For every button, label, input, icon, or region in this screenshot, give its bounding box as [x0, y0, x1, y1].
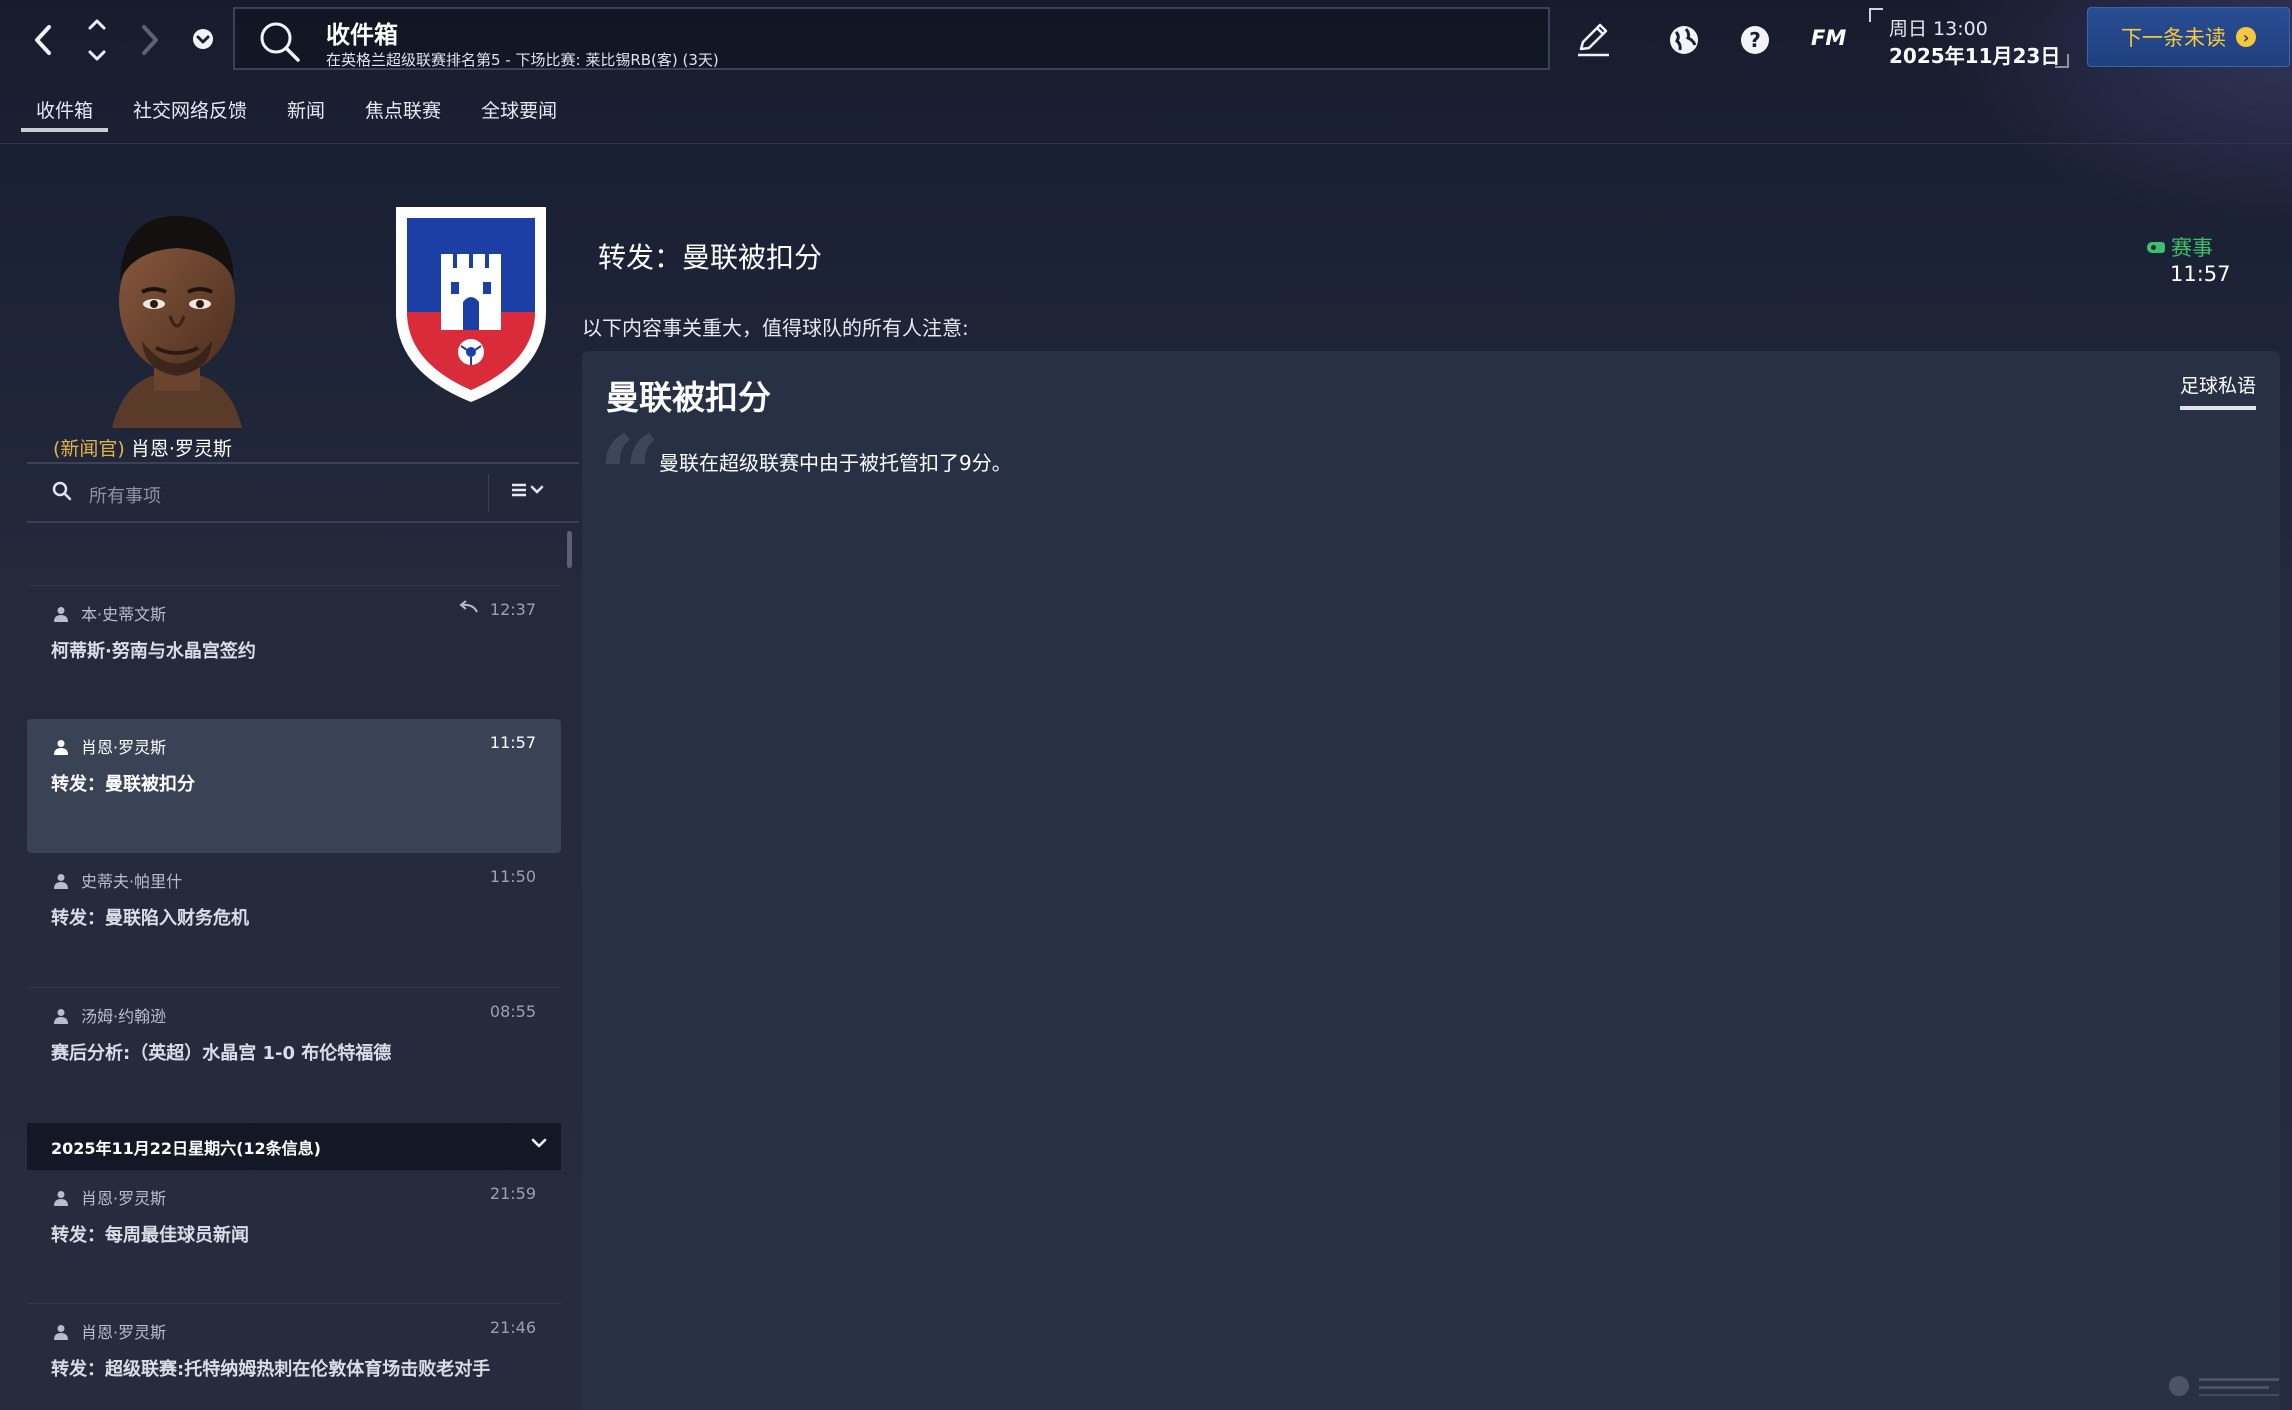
inbox-message[interactable]: 本·史蒂文斯 12:37 柯蒂斯·努南与水晶宫签约 [27, 585, 561, 719]
message-subject: 转发：每周最佳球员新闻 [51, 1225, 249, 1246]
news-card-body: 曼联在超级联赛中由于被托管扣了9分。 [659, 451, 1012, 475]
inbox-tabs: 收件箱 社交网络反馈 新闻 焦点联赛 全球要闻 [21, 92, 582, 136]
message-sender: 肖恩·罗灵斯 [81, 1323, 167, 1342]
person-icon [54, 1191, 68, 1206]
news-source-label: 足球私语 [2179, 375, 2256, 397]
history-dropdown-button[interactable] [191, 27, 215, 51]
arrow-right-circle-icon: › [2236, 27, 2256, 47]
inbox-message[interactable]: 肖恩·罗灵斯 21:46 转发：超级联赛:托特纳姆热刺在伦敦体育场击败老对手 [27, 1303, 561, 1410]
message-time: 21:59 [489, 1184, 536, 1203]
up-down-button[interactable] [84, 16, 110, 64]
sender-name[interactable]: 肖恩·罗灵斯 [131, 438, 232, 460]
person-icon [54, 607, 68, 622]
up-down-chevron-icon [88, 19, 106, 61]
tab-social-feedback[interactable]: 社交网络反馈 [118, 92, 262, 132]
tab-focus-leagues[interactable]: 焦点联赛 [350, 92, 456, 132]
date-display[interactable]: 周日 13:00 2025年11月23日 [1869, 8, 2069, 68]
day-group-label: 2025年11月22日星期六(12条信息) [51, 1138, 321, 1158]
corner-decoration [2055, 54, 2069, 68]
inbox-message[interactable]: 肖恩·罗灵斯 21:59 转发：每周最佳球员新闻 [27, 1170, 561, 1304]
search-icon [52, 481, 72, 501]
message-time: 21:46 [489, 1318, 536, 1337]
message-subject: 转发：曼联陷入财务危机 [51, 908, 249, 929]
message-intro: 以下内容事关重大，值得球队的所有人注意: [582, 316, 969, 340]
person-icon [54, 1325, 68, 1340]
message-detail-time: 11:57 [2170, 262, 2231, 286]
top-bar: 收件箱 在英格兰超级联赛排名第5 - 下场比赛: 莱比锡RB(客) (3天) ?… [0, 0, 2292, 78]
next-unread-label: 下一条未读 [2121, 26, 2226, 50]
news-card: 曼联被扣分 足球私语 “ 曼联在超级联赛中由于被托管扣了9分。 [582, 351, 2280, 1410]
help-button[interactable]: ? [1737, 22, 1773, 58]
message-sender: 汤姆·约翰逊 [81, 1007, 167, 1026]
tab-world-news[interactable]: 全球要闻 [466, 92, 572, 132]
inbox-scrollbar[interactable] [567, 531, 572, 568]
svg-text:?: ? [1749, 28, 1761, 52]
person-icon [54, 740, 68, 755]
tag-icon [2147, 241, 2165, 253]
date-day-time: 周日 13:00 [1889, 18, 1988, 40]
sender-role: (新闻官) [53, 438, 125, 460]
watermark-logo [2169, 1376, 2279, 1396]
message-sender: 肖恩·罗灵斯 [81, 1189, 167, 1208]
message-time: 11:57 [489, 733, 536, 752]
inbox-filter-bar: 所有事项 [27, 462, 579, 523]
back-button[interactable] [26, 18, 60, 62]
chevron-down-icon [531, 1138, 547, 1148]
chevron-right-icon [142, 25, 158, 55]
tab-inbox[interactable]: 收件箱 [21, 92, 109, 132]
message-time: 12:37 [489, 600, 536, 619]
message-subject: 赛后分析:（英超）水晶宫 1-0 布伦特福德 [51, 1043, 392, 1064]
day-group-header[interactable]: 2025年11月22日星期六(12条信息) [27, 1123, 561, 1170]
person-icon [54, 1009, 68, 1024]
category-badge: 赛事 [2147, 232, 2213, 262]
message-subject: 柯蒂斯·努南与水晶宫签约 [51, 641, 256, 662]
divider [0, 143, 2292, 144]
message-time: 08:55 [489, 1002, 536, 1021]
filter-menu-button[interactable] [510, 480, 548, 505]
page-title: 收件箱 [326, 21, 398, 49]
source-underline [2179, 406, 2256, 410]
message-sender: 本·史蒂文斯 [81, 605, 167, 624]
fm-menu-button[interactable]: FM [1811, 26, 1846, 50]
tab-news[interactable]: 新闻 [272, 92, 340, 132]
edit-button[interactable] [1571, 17, 1615, 61]
chevron-left-icon [35, 25, 51, 55]
message-time: 11:50 [489, 867, 536, 886]
news-source-link[interactable]: 足球私语 [2179, 371, 2256, 410]
search-icon [260, 22, 300, 62]
message-subject: 转发：曼联被扣分 [51, 774, 195, 795]
world-button[interactable] [1666, 22, 1702, 58]
sender-avatar[interactable] [92, 196, 262, 428]
sender-name-line: (新闻官) 肖恩·罗灵斯 [53, 434, 232, 461]
inbox-message[interactable]: 史蒂夫·帕里什 11:50 转发：曼联陷入财务危机 [27, 853, 561, 987]
pencil-icon [1578, 23, 1609, 57]
forward-button[interactable] [133, 18, 167, 62]
divider [488, 474, 489, 512]
help-icon: ? [1741, 26, 1769, 54]
message-title: 转发：曼联被扣分 [598, 241, 823, 274]
message-subject: 转发：超级联赛:托特纳姆热刺在伦敦体育场击败老对手 [51, 1359, 491, 1380]
title-search-box[interactable]: 收件箱 在英格兰超级联赛排名第5 - 下场比赛: 莱比锡RB(客) (3天) [233, 7, 1550, 70]
globe-icon [1670, 26, 1698, 54]
inbox-message[interactable]: 汤姆·约翰逊 08:55 赛后分析:（英超）水晶宫 1-0 布伦特福德 [27, 987, 561, 1121]
chevron-down-circle-icon [193, 29, 213, 49]
list-menu-icon [512, 483, 544, 497]
message-sender: 肖恩·罗灵斯 [81, 738, 167, 757]
message-sender: 史蒂夫·帕里什 [81, 872, 183, 891]
date-date: 2025年11月23日 [1889, 44, 2061, 68]
page-subtitle: 在英格兰超级联赛排名第5 - 下场比赛: 莱比锡RB(客) (3天) [326, 51, 719, 69]
reply-icon [459, 600, 478, 613]
category-label: 赛事 [2171, 236, 2213, 260]
next-unread-button[interactable]: 下一条未读 › [2087, 7, 2290, 67]
quote-icon: “ [598, 411, 662, 540]
person-icon [54, 874, 68, 889]
club-crest[interactable] [391, 202, 551, 407]
corner-decoration [1869, 8, 1883, 22]
filter-search-input[interactable]: 所有事项 [89, 482, 161, 508]
inbox-message-selected[interactable]: 肖恩·罗灵斯 11:57 转发：曼联被扣分 [27, 719, 561, 853]
